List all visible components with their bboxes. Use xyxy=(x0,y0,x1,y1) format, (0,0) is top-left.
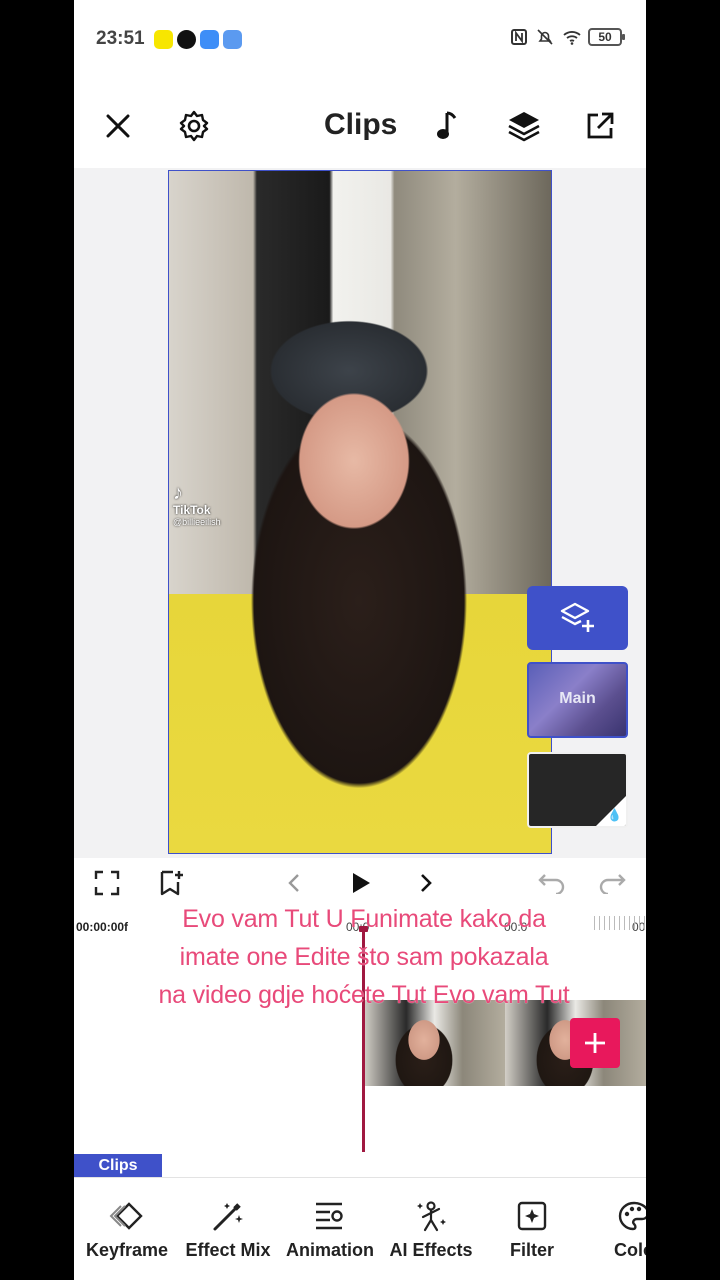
droplet-icon: 💧 xyxy=(607,808,622,822)
bookmark-button[interactable] xyxy=(154,866,188,900)
app-screen: 23:51 50 Clips ♪ TikTok @billieeilish Ma… xyxy=(74,0,646,1280)
tiktok-watermark: ♪ TikTok @billieeilish xyxy=(173,482,221,527)
redo-icon xyxy=(599,874,626,894)
next-frame-button[interactable] xyxy=(408,866,442,900)
notification-icons xyxy=(154,30,242,49)
keyframe-icon xyxy=(109,1202,143,1230)
tool-label: Colo xyxy=(614,1240,646,1260)
undo-button[interactable] xyxy=(534,866,568,900)
main-layer-label: Main xyxy=(559,690,596,707)
filter-tool[interactable]: Filter xyxy=(494,1198,570,1278)
watermark-label: TikTok xyxy=(173,503,211,517)
caption-line: Evo vam Tut U Funimate kako da xyxy=(182,905,546,933)
magic-wand-icon xyxy=(213,1203,243,1231)
play-icon xyxy=(353,873,370,893)
play-button[interactable] xyxy=(344,866,378,900)
tool-label: AI Effects xyxy=(389,1240,473,1260)
tool-label: Animation xyxy=(286,1240,374,1260)
watermark-user: @billieeilish xyxy=(173,517,221,527)
chevron-right-icon xyxy=(421,874,432,892)
ai-effects-tool[interactable]: AI Effects xyxy=(388,1198,474,1278)
background-layer-thumbnail[interactable]: 💧 xyxy=(527,752,628,828)
close-button[interactable] xyxy=(96,104,140,148)
timeline[interactable]: 00:00:00f 00:0 00:0 00 Evo vam Tut U Fun… xyxy=(74,905,646,1156)
fullscreen-icon xyxy=(94,870,120,896)
page-title: Clips xyxy=(324,108,398,141)
video-app-icon xyxy=(223,30,242,49)
video-preview[interactable]: ♪ TikTok @billieeilish xyxy=(168,170,552,854)
status-bar: 23:51 50 xyxy=(74,0,646,80)
nfc-icon xyxy=(510,28,528,46)
wifi-icon xyxy=(562,28,581,46)
redo-button[interactable] xyxy=(596,866,630,900)
effect-mix-tool[interactable]: Effect Mix xyxy=(184,1198,272,1278)
add-layer-icon xyxy=(560,602,594,632)
add-layer-button[interactable] xyxy=(527,586,628,650)
caption-line: na video gdje hoćete Tut Evo vam Tut xyxy=(158,981,570,1009)
keyframe-tool[interactable]: Keyframe xyxy=(86,1198,169,1278)
gear-icon xyxy=(179,110,209,142)
animation-icon xyxy=(316,1202,343,1230)
color-tool[interactable]: Colo xyxy=(604,1198,646,1278)
youtube-icon xyxy=(200,30,219,49)
caption-line: imate one Edite što sam pokazala xyxy=(179,943,549,971)
fullscreen-button[interactable] xyxy=(90,866,124,900)
system-icons: 50 xyxy=(510,28,625,46)
top-toolbar: Clips xyxy=(74,84,646,164)
layers-icon xyxy=(508,112,540,142)
chevron-left-icon xyxy=(288,874,299,892)
battery-icon: 50 xyxy=(588,28,625,46)
tab-clips[interactable]: Clips xyxy=(74,1154,162,1178)
palette-icon xyxy=(618,1201,646,1231)
snapchat-icon xyxy=(154,30,173,49)
settings-button[interactable] xyxy=(172,104,216,148)
status-time: 23:51 xyxy=(96,28,145,49)
export-icon xyxy=(587,112,614,139)
undo-icon xyxy=(538,874,565,894)
layers-button[interactable] xyxy=(502,104,546,148)
tiktok-icon xyxy=(177,30,196,49)
music-note-icon xyxy=(437,111,457,139)
tool-label: Filter xyxy=(509,1240,554,1260)
music-button[interactable] xyxy=(426,104,470,148)
caption-overlay: Evo vam Tut U Funimate kako da imate one… xyxy=(104,900,624,1014)
main-layer-thumbnail[interactable]: Main xyxy=(527,662,628,738)
bookmark-add-icon xyxy=(160,870,183,896)
add-clip-button[interactable] xyxy=(570,1018,620,1068)
previous-frame-button[interactable] xyxy=(278,866,312,900)
filter-icon xyxy=(517,1201,547,1231)
divider xyxy=(74,1177,646,1178)
bottom-toolbar: Keyframe Effect Mix Animation AI Effects… xyxy=(74,1180,646,1280)
plus-icon xyxy=(585,1033,605,1053)
tool-label: Effect Mix xyxy=(185,1240,271,1260)
animation-tool[interactable]: Animation xyxy=(286,1198,374,1278)
ai-effects-icon xyxy=(417,1201,446,1232)
export-button[interactable] xyxy=(578,104,622,148)
transport-controls xyxy=(74,858,646,906)
bell-off-icon xyxy=(536,28,554,46)
tool-label: Keyframe xyxy=(86,1240,169,1260)
close-icon xyxy=(106,114,130,138)
